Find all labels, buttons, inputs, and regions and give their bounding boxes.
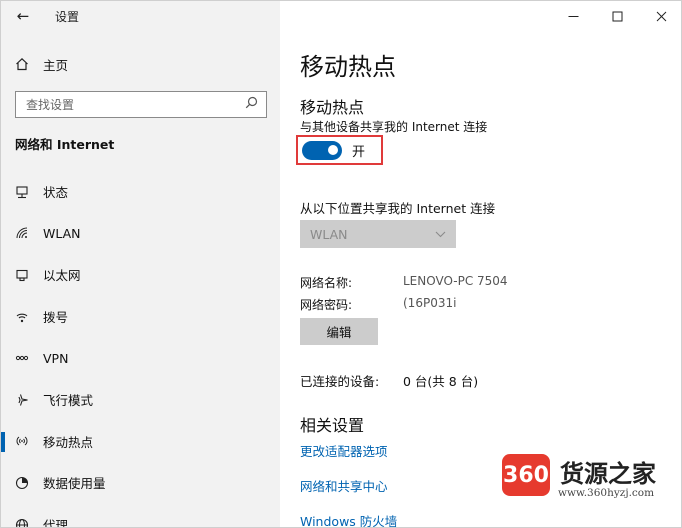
chevron-down-icon: [435, 228, 446, 241]
sidebar-item-label: 飞行模式: [43, 393, 94, 409]
sidebar-item-hotspot[interactable]: 移动热点: [1, 421, 280, 463]
share-from-select[interactable]: WLAN: [300, 220, 456, 248]
minimize-button[interactable]: [551, 1, 595, 31]
title-bar: ← 设置: [1, 1, 280, 31]
back-arrow-icon: ←: [16, 7, 30, 25]
airplane-icon: [1, 393, 43, 407]
back-button[interactable]: ←: [1, 1, 45, 31]
watermark-logo: 360: [502, 454, 550, 496]
close-icon: [656, 11, 666, 21]
connected-devices-value: 0 台(共 8 台): [403, 374, 479, 389]
home-label: 主页: [43, 57, 69, 73]
sidebar: ← 设置 主页 网络和 Internet 状态: [1, 1, 280, 528]
data-usage-icon: [1, 476, 43, 490]
wifi-icon: [1, 226, 43, 240]
connected-devices-label: 已连接的设备:: [300, 374, 380, 389]
network-password-label: 网络密码:: [300, 298, 353, 312]
app-title: 设置: [55, 9, 80, 24]
sidebar-nav: 状态 WLAN 以太网 拨号 VPN 飞行模式 移动热点 数据使用量 代理: [1, 171, 280, 528]
minimize-icon: [568, 15, 578, 17]
hotspot-toggle[interactable]: [302, 140, 342, 160]
page-title: 移动热点: [300, 53, 396, 81]
search-icon[interactable]: [245, 96, 258, 113]
status-icon: [1, 185, 43, 199]
network-name-label: 网络名称:: [300, 276, 353, 290]
settings-window: ← 设置 主页 网络和 Internet 状态: [0, 0, 682, 528]
sidebar-item-ethernet[interactable]: 以太网: [1, 254, 280, 296]
watermark-name: 货源之家: [560, 460, 656, 488]
sidebar-item-vpn[interactable]: VPN: [1, 337, 280, 379]
maximize-button[interactable]: [595, 1, 639, 31]
toggle-knob: [328, 145, 338, 155]
related-settings-title: 相关设置: [300, 416, 365, 435]
link-adapter-options[interactable]: 更改适配器选项: [300, 441, 388, 460]
sidebar-item-label: 拨号: [43, 310, 69, 326]
home-icon: [1, 57, 43, 71]
watermark-url: www.360hyzj.com: [558, 487, 655, 499]
sidebar-item-data-usage[interactable]: 数据使用量: [1, 462, 280, 504]
sidebar-item-dialup[interactable]: 拨号: [1, 296, 280, 338]
link-windows-firewall[interactable]: Windows 防火墙: [300, 511, 397, 527]
sidebar-item-proxy[interactable]: 代理: [1, 504, 280, 528]
sidebar-item-airplane[interactable]: 飞行模式: [1, 379, 280, 421]
window-controls: [551, 1, 681, 31]
close-button[interactable]: [639, 1, 681, 31]
ethernet-icon: [1, 268, 43, 282]
network-password-value: (16P031i: [403, 296, 457, 310]
hotspot-toggle-highlight: 开: [296, 135, 383, 165]
proxy-icon: [1, 518, 43, 527]
hotspot-heading: 移动热点: [300, 98, 365, 117]
watermark: 360 货源之家 www.360hyzj.com: [496, 454, 681, 502]
maximize-icon: [612, 11, 622, 21]
vpn-icon: [1, 351, 43, 365]
sidebar-item-label: 以太网: [43, 268, 81, 284]
sidebar-item-wlan[interactable]: WLAN: [1, 213, 280, 255]
sidebar-item-label: 数据使用量: [43, 476, 106, 492]
sidebar-item-label: WLAN: [43, 225, 81, 241]
edit-button[interactable]: 编辑: [300, 318, 378, 345]
share-description: 与其他设备共享我的 Internet 连接: [300, 120, 488, 134]
hotspot-icon: [1, 434, 43, 448]
link-sharing-center[interactable]: 网络和共享中心: [300, 476, 388, 495]
sidebar-item-label: 移动热点: [43, 434, 94, 450]
dialup-icon: [1, 310, 43, 324]
sidebar-item-home[interactable]: 主页: [1, 49, 280, 79]
network-name-value: LENOVO-PC 7504: [403, 274, 508, 288]
section-title: 网络和 Internet: [15, 137, 115, 152]
select-value: WLAN: [310, 226, 348, 242]
sidebar-item-label: 状态: [43, 185, 69, 201]
sidebar-item-label: VPN: [43, 350, 69, 366]
main-panel: 移动热点 移动热点 与其他设备共享我的 Internet 连接 开 从以下位置共…: [280, 1, 681, 527]
toggle-state-label: 开: [352, 144, 366, 160]
search-box[interactable]: [15, 91, 267, 118]
sidebar-item-status[interactable]: 状态: [1, 171, 280, 213]
sidebar-item-label: 代理: [43, 518, 69, 528]
share-from-label: 从以下位置共享我的 Internet 连接: [300, 201, 496, 216]
search-input[interactable]: [26, 97, 226, 112]
